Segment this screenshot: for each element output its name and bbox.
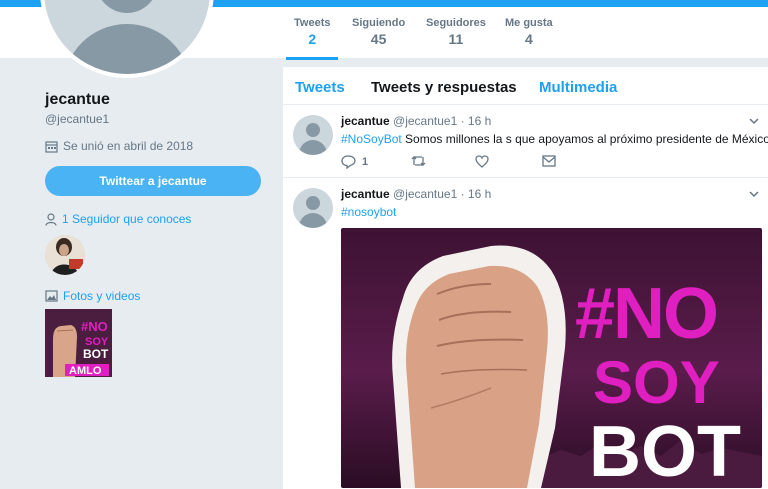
reply-count: 1 xyxy=(362,156,369,168)
tweet-author-name[interactable]: jecantue xyxy=(341,114,390,128)
stat-following-value: 45 xyxy=(370,31,387,47)
tweet-header: jecantue @jecantue1 · 16 h xyxy=(341,114,491,128)
retweet-button[interactable] xyxy=(411,155,426,167)
tweet-hashtag[interactable]: #nosoybot xyxy=(341,205,396,219)
tweet-image[interactable]: #NO SOY BOT xyxy=(341,228,762,488)
tweet-header: jecantue @jecantue1 · 16 h xyxy=(341,187,491,201)
stat-following[interactable]: Siguiendo 45 xyxy=(352,17,405,47)
image-text-soy: SOY xyxy=(593,349,720,416)
image-text-no: #NO xyxy=(575,274,717,354)
stat-tweets-value: 2 xyxy=(308,31,317,47)
followers-you-know-link[interactable]: 1 Seguidor que conoces xyxy=(45,212,191,226)
stat-followers-value: 11 xyxy=(448,31,464,47)
thumb-line-4: AMLO xyxy=(69,365,102,377)
stat-tweets[interactable]: Tweets 2 xyxy=(285,17,340,60)
tweet-to-user-button[interactable]: Twittear a jecantue xyxy=(45,166,261,196)
tweet-author-name[interactable]: jecantue xyxy=(341,187,390,201)
tweet-hashtag[interactable]: #NoSoyBot xyxy=(341,132,402,146)
stat-likes[interactable]: Me gusta 4 xyxy=(505,17,553,47)
like-button[interactable] xyxy=(475,155,489,168)
tweet[interactable]: jecantue @jecantue1 · 16 h #nosoybot #NO… xyxy=(283,178,768,489)
retweet-icon xyxy=(411,156,426,166)
tab-tweets[interactable]: Tweets xyxy=(295,79,345,96)
tweet-actions: 1 xyxy=(341,155,581,171)
profile-handle[interactable]: @jecantue1 xyxy=(45,112,109,126)
person-icon xyxy=(45,212,57,226)
stat-following-label: Siguiendo xyxy=(352,17,406,29)
followers-you-know-text: 1 Seguidor que conoces xyxy=(62,212,192,226)
tab-media[interactable]: Multimedia xyxy=(539,79,617,96)
thumb-line-1: #NO xyxy=(81,319,108,334)
chevron-down-icon[interactable] xyxy=(748,115,760,127)
photos-videos-text: Fotos y videos xyxy=(63,289,141,303)
tab-tweets-replies[interactable]: Tweets y respuestas xyxy=(371,79,517,96)
joined-text: Se unió en abril de 2018 xyxy=(63,139,194,153)
direct-message-button[interactable] xyxy=(542,155,556,167)
tweet-text: #NoSoyBot Somos millones la s que apoyam… xyxy=(341,132,768,146)
image-icon xyxy=(45,290,58,302)
timeline-tabs: Tweets Tweets y respuestas Multimedia xyxy=(283,67,768,105)
tweet-text-body: Somos millones la s que apoyamos al próx… xyxy=(401,132,768,146)
stat-followers[interactable]: Seguidores 11 xyxy=(426,17,486,47)
tweet[interactable]: jecantue @jecantue1 · 16 h #NoSoyBot Som… xyxy=(283,105,768,178)
tweet-text: #nosoybot xyxy=(341,205,396,219)
profile-name[interactable]: jecantue xyxy=(45,91,110,109)
tweet-meta[interactable]: @jecantue1 · 16 h xyxy=(393,187,491,201)
stat-likes-label: Me gusta xyxy=(505,17,553,29)
envelope-icon xyxy=(542,155,556,167)
chevron-down-icon[interactable] xyxy=(748,188,760,200)
timeline: Tweets Tweets y respuestas Multimedia je… xyxy=(283,67,768,489)
media-thumbnail[interactable]: #NO SOY BOT AMLO xyxy=(45,309,112,377)
follower-avatar[interactable] xyxy=(45,235,85,275)
reply-icon xyxy=(341,155,356,169)
thumb-line-3: BOT xyxy=(83,347,109,361)
tweet-meta[interactable]: @jecantue1 · 16 h xyxy=(393,114,491,128)
reply-button[interactable]: 1 xyxy=(341,155,368,169)
stat-followers-label: Seguidores xyxy=(426,17,486,29)
stat-likes-value: 4 xyxy=(524,31,533,47)
joined-date: Se unió en abril de 2018 xyxy=(45,139,193,153)
image-text-bot: BOT xyxy=(589,412,741,488)
heart-icon xyxy=(475,155,489,168)
default-avatar-icon xyxy=(44,0,210,74)
photos-videos-link[interactable]: Fotos y videos xyxy=(45,289,140,303)
profile-avatar[interactable] xyxy=(40,0,214,78)
stat-tweets-label: Tweets xyxy=(294,17,331,29)
tweet-avatar[interactable] xyxy=(293,188,333,228)
calendar-icon xyxy=(45,140,58,153)
tweet-avatar[interactable] xyxy=(293,115,333,155)
